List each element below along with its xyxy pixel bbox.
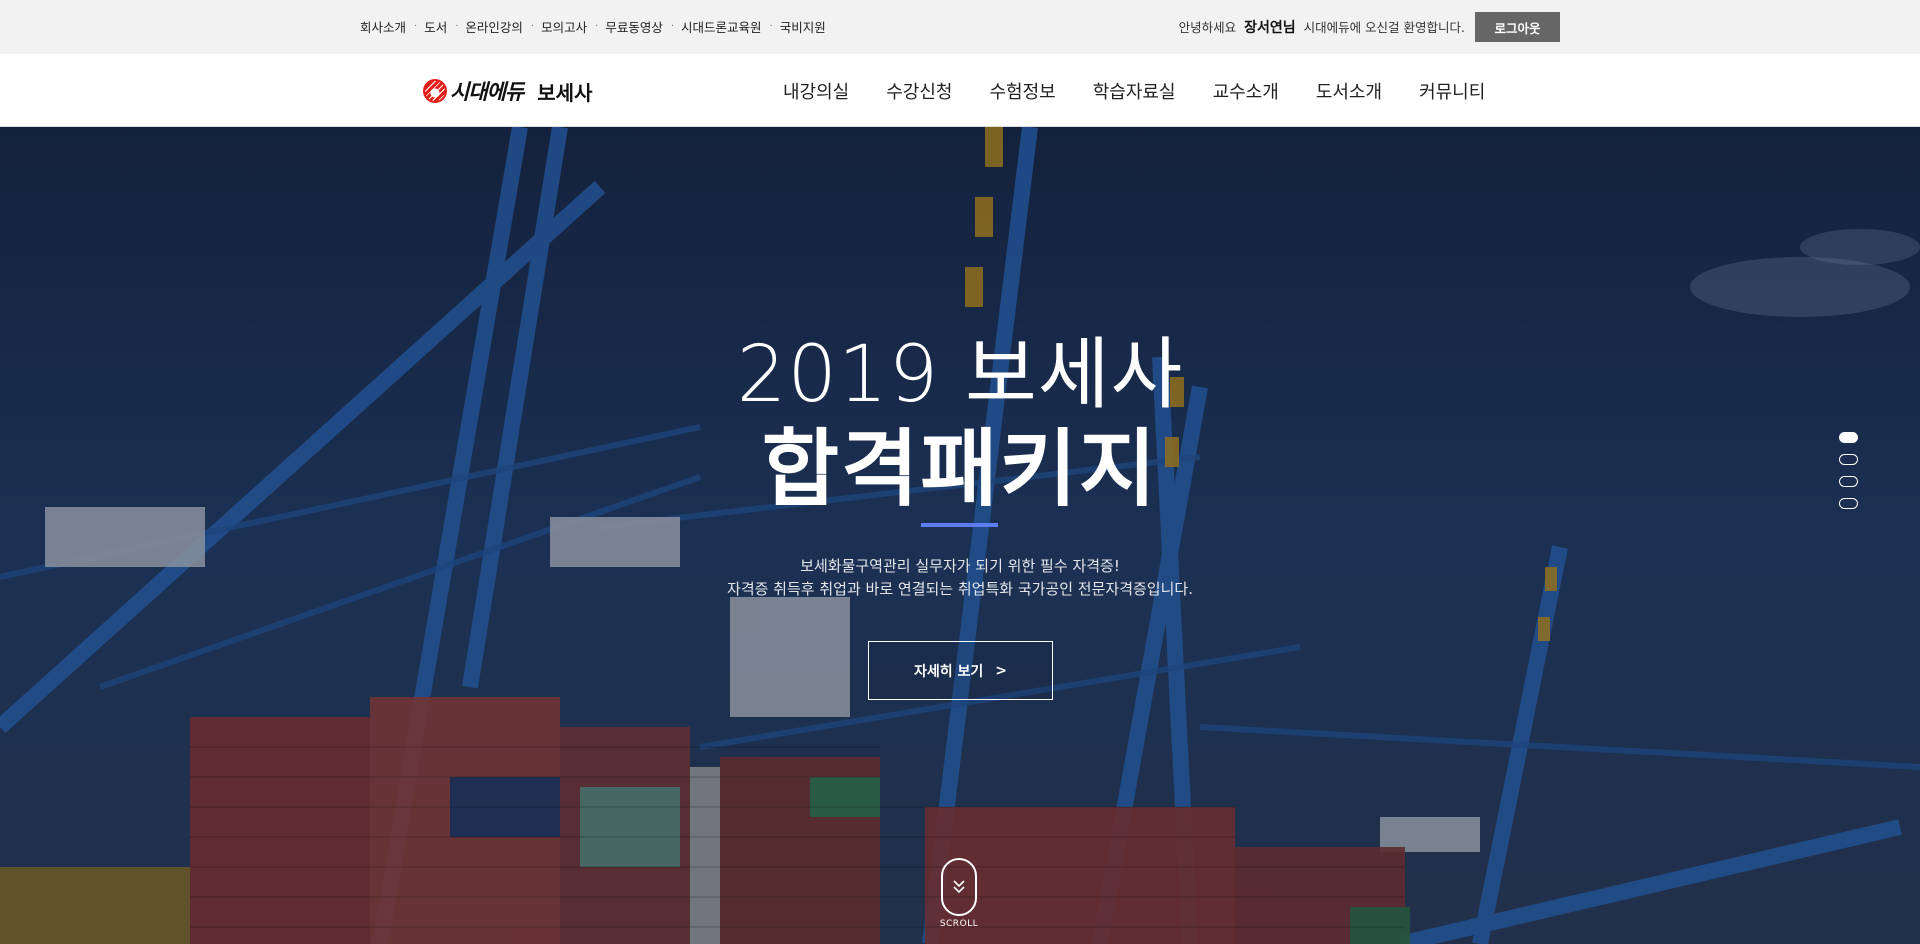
- nav-item-community[interactable]: 커뮤니티: [1419, 78, 1485, 104]
- nav-item-professors[interactable]: 교수소개: [1213, 78, 1279, 104]
- top-link-books[interactable]: 도서: [424, 17, 447, 36]
- view-details-button[interactable]: 자세히 보기 >: [868, 641, 1053, 700]
- double-chevron-down-icon: [953, 880, 965, 894]
- hero-title-package: 합격패키지: [761, 420, 1159, 518]
- top-link-drone-academy[interactable]: 시대드론교육원: [681, 17, 762, 36]
- nav-item-study-materials[interactable]: 학습자료실: [1093, 78, 1176, 104]
- top-link-item: · 도서: [406, 17, 447, 36]
- separator-dot: ·: [414, 21, 418, 32]
- site-logo[interactable]: 시대에듀 보세사: [423, 76, 592, 106]
- top-utility-bar: 회사소개 · 도서 · 온라인강의 · 모의고사 · 무료동영상 · 시대드론교육원 · 국…: [0, 0, 1920, 54]
- top-links: 회사소개 · 도서 · 온라인강의 · 모의고사 · 무료동영상 · 시대드론교육원 · 국…: [360, 17, 826, 36]
- hero-description: 보세화물구역관리 실무자가 되기 위한 필수 자격증! 자격증 취득후 취업과 …: [0, 555, 1920, 601]
- greeting-prefix: 안녕하세요: [1178, 20, 1237, 35]
- top-link-company[interactable]: 회사소개: [360, 17, 406, 36]
- user-greeting: 안녕하세요 장서연님 시대에듀에 오신걸 환영합니다.: [1179, 17, 1465, 37]
- slide-pagination: [1838, 432, 1858, 520]
- slide-dot-1[interactable]: [1838, 432, 1858, 443]
- separator-dot: ·: [595, 21, 599, 32]
- hero-desc-line-1: 보세화물구역관리 실무자가 되기 위한 필수 자격증!: [800, 557, 1120, 575]
- nav-item-my-classroom[interactable]: 내강의실: [783, 78, 849, 104]
- top-link-free-video[interactable]: 무료동영상: [605, 17, 663, 36]
- hero-banner: 2019 보세사 합격패키지 보세화물구역관리 실무자가 되기 위한 필수 자격…: [0, 127, 1920, 944]
- slide-dot-4[interactable]: [1838, 498, 1858, 509]
- top-link-item: · 국비지원: [762, 17, 826, 36]
- logo-subtitle: 보세사: [537, 80, 593, 105]
- hero-accent-divider: [921, 523, 998, 527]
- view-details-label: 자세히 보기: [913, 663, 984, 680]
- top-link-item: · 온라인강의: [447, 17, 523, 36]
- top-link-item: · 시대드론교육원: [663, 17, 762, 36]
- greeting-suffix: 시대에듀에 오신걸 환영합니다.: [1303, 20, 1465, 35]
- top-link-item: · 모의고사: [523, 17, 587, 36]
- hero-dim-overlay: [0, 127, 1920, 944]
- logo-brand-text: 시대에듀: [450, 80, 524, 104]
- top-link-gov-support[interactable]: 국비지원: [780, 17, 826, 36]
- separator-dot: ·: [670, 21, 675, 32]
- top-link-mock-exam[interactable]: 모의고사: [541, 17, 587, 36]
- scroll-indicator[interactable]: SCROLL: [939, 858, 979, 929]
- nav-item-enroll[interactable]: 수강신청: [886, 78, 952, 104]
- main-header: 시대에듀 보세사 내강의실 수강신청 수험정보 학습자료실 교수소개 도서소개 …: [0, 54, 1920, 127]
- top-link-item: 회사소개: [360, 17, 406, 36]
- scroll-label: SCROLL: [939, 919, 979, 929]
- separator-dot: ·: [769, 21, 773, 32]
- nav-item-exam-info[interactable]: 수험정보: [990, 78, 1056, 104]
- slide-dot-2[interactable]: [1838, 454, 1858, 465]
- nav-item-books[interactable]: 도서소개: [1316, 78, 1382, 104]
- mouse-scroll-icon: [941, 858, 977, 916]
- separator-dot: ·: [455, 21, 459, 32]
- logout-button[interactable]: 로그아웃: [1475, 12, 1560, 42]
- sidaeedu-logo-icon: [423, 79, 447, 103]
- slide-dot-3[interactable]: [1838, 476, 1858, 487]
- chevron-right-icon: >: [995, 662, 1007, 679]
- hero-desc-line-2: 자격증 취득후 취업과 바로 연결되는 취업특화 국가공인 전문자격증입니다.: [727, 580, 1193, 598]
- user-name: 장서연님: [1244, 20, 1296, 36]
- top-link-item: · 무료동영상: [587, 17, 663, 36]
- main-nav: 내강의실 수강신청 수험정보 학습자료실 교수소개 도서소개 커뮤니티: [783, 78, 1522, 104]
- separator-dot: ·: [530, 21, 535, 32]
- top-link-online-lecture[interactable]: 온라인강의: [465, 17, 523, 36]
